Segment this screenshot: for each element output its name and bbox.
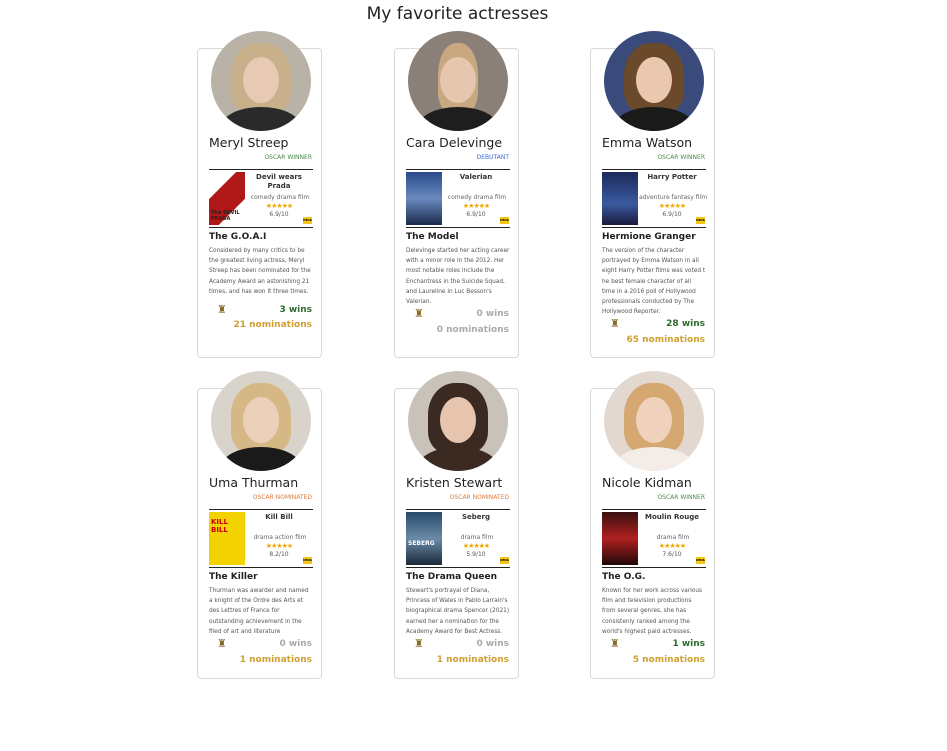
- film-block[interactable]: KILL BILL Kill Bill drama action film ★★…: [209, 509, 313, 568]
- film-block[interactable]: Harry Potter adventure fantasy film ★★★★…: [602, 169, 708, 228]
- film-title: Kill Bill: [265, 513, 293, 521]
- film-title: Devil wears Prada: [256, 173, 302, 190]
- rating-stars: ★★★★★: [658, 202, 686, 210]
- description: Stewart's portrayal of Diana, Princess o…: [406, 588, 510, 635]
- oscar-trophy-icon: ♜: [610, 317, 620, 330]
- devil-wears-prada-poster-icon: The DEVIL PRADA: [209, 172, 245, 225]
- valerian-poster-icon: [406, 172, 442, 225]
- imdb-icon[interactable]: IMDb: [500, 557, 509, 564]
- actress-card: Meryl Streep OSCAR WINNER The DEVIL PRAD…: [197, 31, 322, 358]
- actress-name: Emma Watson: [602, 135, 693, 150]
- actress-card: Cara Delevinge DEBUTANT Valerian comedy …: [394, 31, 519, 358]
- rating-stars: ★★★★★: [462, 542, 490, 550]
- wins-count: 0 wins: [279, 639, 312, 649]
- imdb-icon[interactable]: IMDb: [500, 217, 509, 224]
- film-block[interactable]: Moulin Rouge drama film ★★★★★ 7.6/10 IMD…: [602, 509, 706, 568]
- status-badge: DEBUTANT: [476, 154, 509, 161]
- film-genre: drama film: [460, 534, 494, 541]
- wins-count: 28 wins: [666, 319, 705, 329]
- description: The version of the character portrayed b…: [602, 248, 706, 316]
- kill-bill-poster-icon: KILL BILL: [209, 512, 245, 565]
- imdb-icon[interactable]: IMDb: [303, 557, 312, 564]
- status-badge: OSCAR NOMINATED: [252, 494, 312, 501]
- avatar: [604, 31, 704, 131]
- actress-card: Nicole Kidman OSCAR WINNER Moulin Rouge …: [590, 371, 715, 679]
- actress-name: Cara Delevinge: [406, 135, 503, 150]
- actress-name: Kristen Stewart: [406, 475, 503, 490]
- nominations-count: 21 nominations: [233, 320, 312, 330]
- oscar-trophy-icon: ♜: [217, 637, 227, 650]
- film-title: Harry Potter: [647, 173, 697, 181]
- moulin-rouge-poster-icon: [602, 512, 638, 565]
- film-title: Seberg: [461, 513, 490, 521]
- actress-name: Meryl Streep: [209, 135, 289, 150]
- rating-stars: ★★★★★: [658, 542, 686, 550]
- role-title: The Model: [406, 232, 459, 242]
- actress-card: Kristen Stewart OSCAR NOMINATED SEBERG S…: [394, 371, 519, 679]
- film-title: Moulin Rouge: [645, 513, 699, 521]
- avatar: [604, 371, 704, 471]
- nominations-count: 5 nominations: [632, 655, 705, 665]
- wins-count: 1 wins: [672, 639, 705, 649]
- oscar-trophy-icon: ♜: [610, 637, 620, 650]
- status-badge: OSCAR WINNER: [657, 154, 705, 161]
- actress-name: Uma Thurman: [209, 475, 299, 490]
- film-genre: adventure fantasy film: [638, 194, 708, 201]
- film-genre: comedy drama film: [447, 194, 507, 201]
- role-title: The O.G.: [602, 572, 646, 582]
- wins-count: 3 wins: [279, 305, 312, 315]
- avatar: [211, 371, 311, 471]
- film-genre: drama action film: [253, 534, 307, 541]
- harry-potter-poster-icon: [602, 172, 638, 225]
- actress-card: Uma Thurman OSCAR NOMINATED KILL BILL Ki…: [197, 371, 322, 679]
- nominations-count: 0 nominations: [436, 325, 509, 335]
- avatar: [408, 371, 508, 471]
- page-title: My favorite actresses: [366, 4, 549, 24]
- oscar-trophy-icon: ♜: [217, 303, 227, 316]
- role-title: Hermione Granger: [602, 232, 696, 242]
- film-title: Valerian: [459, 173, 493, 181]
- role-title: The Killer: [209, 572, 258, 582]
- imdb-icon[interactable]: IMDb: [696, 217, 705, 224]
- actress-card: Emma Watson OSCAR WINNER Harry Potter ad…: [590, 31, 715, 358]
- oscar-trophy-icon: ♜: [414, 307, 424, 320]
- film-block[interactable]: The DEVIL PRADA Devil wears Prada comedy…: [209, 169, 313, 228]
- actress-name: Nicole Kidman: [602, 475, 692, 490]
- avatar: [408, 31, 508, 131]
- seberg-poster-icon: SEBERG: [406, 512, 442, 565]
- description: Thurman was awarder and named a knight o…: [209, 588, 309, 635]
- nominations-count: 65 nominations: [626, 335, 705, 345]
- film-genre: comedy drama film: [250, 194, 310, 201]
- rating-stars: ★★★★★: [462, 202, 490, 210]
- oscar-trophy-icon: ♜: [414, 637, 424, 650]
- avatar: [211, 31, 311, 131]
- imdb-icon[interactable]: IMDb: [696, 557, 705, 564]
- role-title: The G.O.A.I: [209, 232, 267, 242]
- description: Delevinge started her acting career with…: [406, 248, 510, 306]
- description: Known for her work across various film a…: [602, 588, 703, 635]
- film-genre: drama film: [656, 534, 690, 541]
- nominations-count: 1 nominations: [436, 655, 509, 665]
- wins-count: 0 wins: [476, 639, 509, 649]
- film-block[interactable]: SEBERG Seberg drama film ★★★★★ 5.9/10 IM…: [406, 509, 510, 568]
- rating-stars: ★★★★★: [265, 542, 293, 550]
- film-block[interactable]: Valerian comedy drama film ★★★★★ 6.9/10 …: [406, 169, 510, 228]
- status-badge: OSCAR NOMINATED: [449, 494, 509, 501]
- status-badge: OSCAR WINNER: [657, 494, 705, 501]
- nominations-count: 1 nominations: [239, 655, 312, 665]
- imdb-icon[interactable]: IMDb: [303, 217, 312, 224]
- wins-count: 0 wins: [476, 309, 509, 319]
- rating-stars: ★★★★★: [265, 202, 293, 210]
- status-badge: OSCAR WINNER: [264, 154, 312, 161]
- role-title: The Drama Queen: [406, 572, 498, 582]
- description: Considered by many critics to be the gre…: [209, 248, 311, 295]
